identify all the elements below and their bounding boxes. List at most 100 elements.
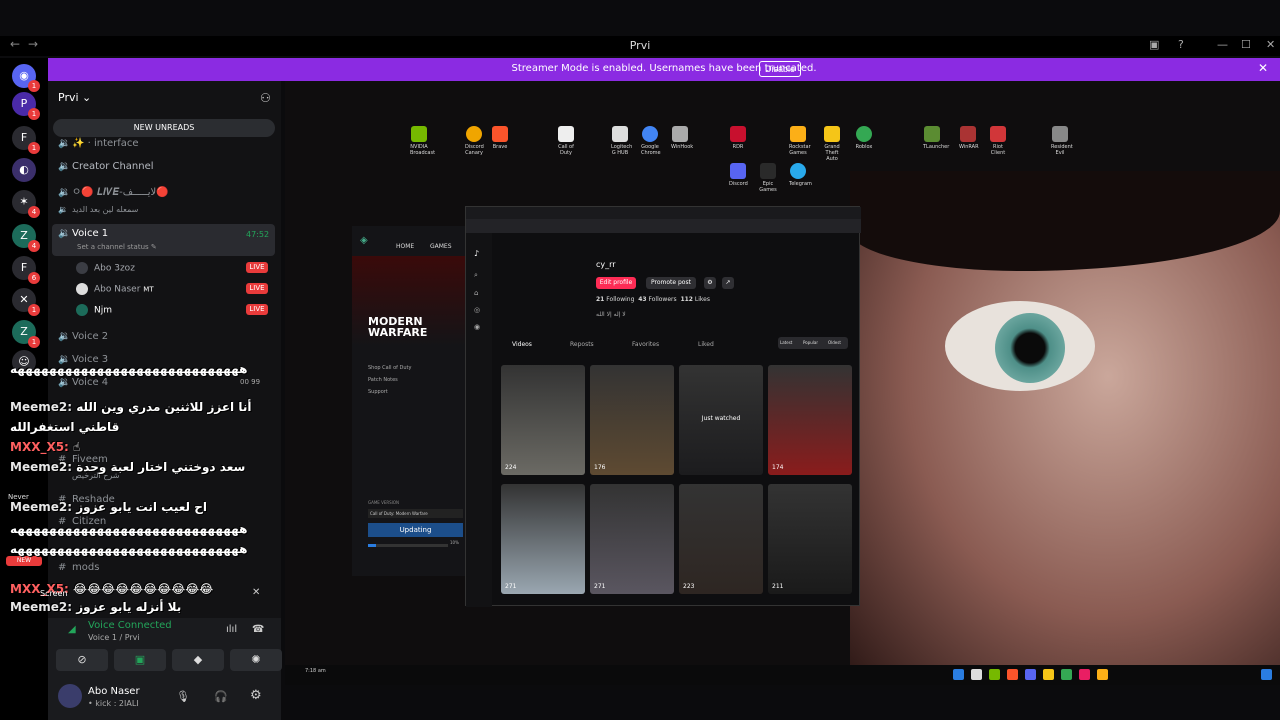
sort-latest[interactable]: Latest <box>780 340 792 345</box>
soundboard-icon[interactable]: ılıl <box>226 624 237 635</box>
search-icon[interactable]: ⌕ <box>474 271 478 280</box>
sort-oldest[interactable]: Oldest <box>828 340 841 345</box>
taskbar-icon[interactable] <box>1097 669 1108 680</box>
stream-viewer[interactable]: NVIDIA Broadcast Discord Canary Brave Ca… <box>285 81 1280 685</box>
activities-button[interactable]: ◆ <box>172 649 224 671</box>
browser-tabs[interactable] <box>466 207 861 219</box>
server-icon[interactable]: F1 <box>12 126 40 154</box>
desktop-icon[interactable]: Rockstar Games <box>789 126 811 156</box>
taskbar-icon[interactable] <box>1025 669 1036 680</box>
tab-videos[interactable]: Videos <box>512 341 532 348</box>
disconnect-icon[interactable]: ☎ <box>252 624 264 635</box>
signal-icon[interactable]: ◢ <box>68 624 76 635</box>
close-preview-icon[interactable]: ✕ <box>252 587 260 598</box>
edit-profile-button[interactable]: Edit profile <box>596 277 636 289</box>
guild-name[interactable]: Prvi ⌄ <box>58 91 91 104</box>
settings-icon[interactable]: ⚙ <box>704 277 716 289</box>
voice-channel-label[interactable]: Voice 1 / Prvi <box>88 633 140 642</box>
channel-voice1[interactable]: 🔉 Voice 1 <box>58 228 108 239</box>
voice-user[interactable]: Abo 3zoz <box>76 262 135 274</box>
desktop-icon[interactable]: WinRAR <box>959 126 979 150</box>
following-icon[interactable]: ◉ <box>474 323 480 331</box>
microphone-icon[interactable]: 🎙 <box>176 690 190 703</box>
taskbar-icon[interactable] <box>1261 669 1272 680</box>
tab-reposts[interactable]: Reposts <box>570 341 594 348</box>
help-icon[interactable]: ? <box>1178 38 1184 51</box>
new-unreads-pill[interactable]: NEW UNREADS <box>53 119 275 137</box>
updating-button[interactable]: Updating <box>368 523 463 537</box>
desktop-icon[interactable]: Discord <box>729 163 748 187</box>
version-select[interactable]: Call of Duty: Modern Warfare <box>368 509 463 518</box>
desktop-icon[interactable]: Telegram <box>789 163 812 187</box>
server-icon[interactable]: Z4 <box>12 224 40 252</box>
desktop-icon[interactable]: Grand Theft Auto <box>823 126 841 162</box>
taskbar-icon[interactable] <box>971 669 982 680</box>
launcher-link[interactable]: Support <box>368 389 388 395</box>
launcher-nav-games[interactable]: GAMES <box>430 243 452 250</box>
video-tile[interactable]: 223 <box>679 484 763 594</box>
close-window-icon[interactable]: ✕ <box>1266 38 1275 51</box>
maximize-icon[interactable]: ☐ <box>1241 38 1251 51</box>
desktop-icon[interactable]: Riot Client <box>989 126 1007 156</box>
sort-toggle[interactable]: Latest Popular Oldest <box>778 337 848 349</box>
server-icon[interactable]: Z1 <box>12 320 40 348</box>
voice-user[interactable]: Njm <box>76 304 112 316</box>
desktop-icon[interactable]: Logitech G HUB <box>611 126 632 156</box>
sort-popular[interactable]: Popular <box>803 340 818 345</box>
server-icon[interactable]: ◐ <box>12 158 36 182</box>
taskbar-icon[interactable] <box>1007 669 1018 680</box>
launcher-link[interactable]: Patch Notes <box>368 377 398 383</box>
headphones-icon[interactable]: 🎧 <box>214 690 228 703</box>
close-banner-icon[interactable]: ✕ <box>1258 61 1268 75</box>
desktop-icon[interactable]: NVIDIA Broadcast <box>410 126 435 156</box>
soundboard-button[interactable]: ✺ <box>230 649 282 671</box>
browser-url-bar[interactable] <box>466 219 861 233</box>
video-tile[interactable]: 271 <box>501 484 585 594</box>
server-icon[interactable]: ✕ 1 <box>12 288 40 316</box>
home-icon[interactable]: ⌂ <box>474 289 478 297</box>
tab-favorites[interactable]: Favorites <box>632 341 659 348</box>
video-tile[interactable]: 211 <box>768 484 852 594</box>
taskbar-icon[interactable] <box>1043 669 1054 680</box>
tab-liked[interactable]: Liked <box>698 341 714 348</box>
server-icon[interactable]: P1 <box>12 92 40 120</box>
channel-voice2[interactable]: 🔉 Voice 2 <box>58 331 108 342</box>
video-tile[interactable]: 174 <box>768 365 852 475</box>
desktop-icon[interactable]: RDR <box>729 126 747 150</box>
desktop-icon[interactable]: Discord Canary <box>465 126 484 156</box>
channel-arabic[interactable]: 🔉 سمعله لين بعد الديد <box>58 205 138 214</box>
channel-live[interactable]: 🔉 ㅇ🔴 𝑳𝑰𝑽𝑬-لايـــــف🔴 <box>58 183 169 198</box>
taskbar-icon[interactable] <box>1079 669 1090 680</box>
desktop-icon[interactable]: Google Chrome <box>641 126 661 156</box>
desktop-icon[interactable]: Resident Evil <box>1051 126 1073 156</box>
video-tile[interactable]: 271 <box>590 484 674 594</box>
invite-people-icon[interactable]: ⚇ <box>260 91 271 105</box>
launcher-link[interactable]: Shop Call of Duty <box>368 365 411 371</box>
video-tile[interactable]: Just watched <box>679 365 763 475</box>
inbox-icon[interactable]: ▣ <box>1149 38 1159 51</box>
disable-streamer-mode-button[interactable]: Disable <box>759 61 802 77</box>
gear-icon[interactable]: ⚙ <box>250 688 262 703</box>
video-tile[interactable]: 224 <box>501 365 585 475</box>
taskbar-icon[interactable] <box>1061 669 1072 680</box>
channel-status-hint[interactable]: Set a channel status ✎ <box>77 243 157 251</box>
server-icon[interactable]: ✶ 4 <box>12 190 40 218</box>
channel-interface[interactable]: 🔉 ✨ · interface <box>58 138 139 149</box>
launcher-nav-home[interactable]: HOME <box>396 243 414 250</box>
desktop-icon[interactable]: Call of Duty <box>557 126 575 156</box>
voice-user[interactable]: Abo Naser MT <box>76 283 154 295</box>
camera-off-button[interactable]: ⊘ <box>56 649 108 671</box>
desktop-icon[interactable]: Roblox <box>855 126 873 150</box>
server-icon[interactable]: F6 <box>12 256 40 284</box>
desktop-icon[interactable]: TLauncher <box>923 126 949 150</box>
desktop-icon[interactable]: WinHook <box>671 126 693 150</box>
desktop-icon[interactable]: Epic Games <box>759 163 777 193</box>
promote-post-button[interactable]: Promote post <box>646 277 696 289</box>
taskbar-icon[interactable] <box>953 669 964 680</box>
explore-icon[interactable]: ◎ <box>474 306 480 314</box>
desktop-icon[interactable]: Brave <box>491 126 509 150</box>
minimize-icon[interactable]: — <box>1217 38 1228 51</box>
tiktok-logo-icon[interactable]: ♪ <box>474 249 479 258</box>
video-tile[interactable]: 176 <box>590 365 674 475</box>
share-icon[interactable]: ↗ <box>722 277 734 289</box>
